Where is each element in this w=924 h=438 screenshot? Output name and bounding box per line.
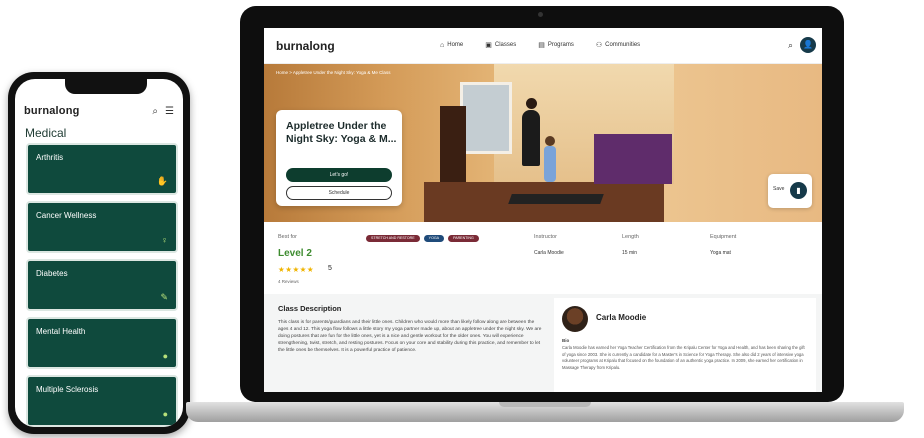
bookmark-icon: ▮ [790, 182, 807, 199]
syringe-icon: ✎ [160, 292, 168, 302]
phone-logo[interactable]: burnalong [24, 105, 80, 117]
phone-screen: burnalong ⌕ ☰ Medical Arthritis ✋ Cancer… [15, 79, 183, 427]
programs-icon: ▤ [538, 42, 545, 49]
hero-photo-mat [508, 194, 604, 204]
nav-programs-label: Programs [547, 42, 574, 48]
ribbon-icon: ♀ [161, 235, 168, 245]
schedule-button[interactable]: Schedule [286, 186, 392, 200]
equipment-label: Equipment [710, 234, 737, 240]
category-card-diabetes[interactable]: Diabetes ✎ [26, 259, 178, 311]
category-card-arthritis[interactable]: Arthritis ✋ [26, 143, 178, 195]
tag-list: STRETCH AND RESTORE YOGA PARENTING [366, 235, 479, 242]
length-label: Length [622, 234, 639, 240]
tag-stretch[interactable]: STRETCH AND RESTORE [366, 235, 420, 242]
length-value: 15 min [622, 250, 638, 256]
hands-icon: ✋ [156, 176, 168, 186]
nav-programs[interactable]: ▤ Programs [538, 41, 574, 49]
hero-photo-adult-head [526, 98, 537, 109]
hero-photo-child [544, 146, 556, 182]
length-meta: Length 15 min [622, 234, 639, 256]
hero-photo-door [440, 106, 466, 184]
user-avatar-button[interactable]: 👤 [800, 37, 816, 53]
search-icon[interactable]: ⌕ [152, 106, 158, 117]
category-card-mental-health[interactable]: Mental Health ● [26, 317, 178, 369]
description-body: This class is for parents/guardians and … [278, 320, 542, 353]
equipment-meta: Equipment Yoga mat [710, 234, 736, 256]
nav-communities[interactable]: ⚇ Communities [596, 41, 640, 49]
save-label: Save [773, 186, 785, 192]
site-logo[interactable]: burnalong [276, 39, 335, 53]
head-icon: ● [162, 351, 168, 361]
tag-yoga[interactable]: YOGA [423, 235, 445, 242]
instructor-card: Carla Moodie Bio Carla Moodie has earned… [554, 298, 816, 392]
people-icon: ⚇ [595, 42, 603, 49]
bio-label: Bio [562, 338, 570, 343]
instructor-avatar[interactable] [562, 306, 588, 332]
home-icon: ⌂ [440, 41, 445, 49]
brain-icon: ● [162, 409, 168, 419]
class-title-card: Appletree Under the Night Sky: Yoga & M.… [276, 110, 402, 206]
top-nav: burnalong ⌂ Home ▣ Classes ▤ Programs ⚇ … [264, 28, 822, 64]
menu-icon[interactable]: ☰ [165, 106, 174, 117]
laptop-screen: burnalong ⌂ Home ▣ Classes ▤ Programs ⚇ … [264, 28, 822, 392]
hero-photo-child-head [545, 136, 555, 146]
category-label: Multiple Sclerosis [36, 385, 99, 394]
instructor-name[interactable]: Carla Moodie [596, 313, 646, 322]
phone-notch [65, 79, 147, 94]
search-icon[interactable]: ⌕ [788, 40, 793, 51]
nav-classes-label: Classes [494, 42, 517, 48]
class-info-row: Best for Level 2 ★★★★★ 5 4 Reviews STRET… [264, 222, 822, 294]
class-title: Appletree Under the Night Sky: Yoga & M.… [286, 120, 397, 145]
instructor-value[interactable]: Carla Moodie [534, 250, 564, 256]
star-rating: ★★★★★ [278, 265, 315, 274]
category-card-cancer-wellness[interactable]: Cancer Wellness ♀ [26, 201, 178, 253]
description-title: Class Description [278, 304, 342, 313]
nav-home[interactable]: ⌂ Home [440, 41, 463, 49]
category-label: Cancer Wellness [36, 211, 97, 220]
rating-value: 5 [328, 265, 332, 272]
hero-photo-shelf [594, 134, 672, 184]
instructor-bio: Carla Moodie has earned her Yoga Teacher… [562, 345, 805, 370]
category-card-multiple-sclerosis[interactable]: Multiple Sclerosis ● [26, 375, 178, 427]
hero-photo-window [460, 82, 512, 154]
phone-device: burnalong ⌕ ☰ Medical Arthritis ✋ Cancer… [8, 72, 190, 434]
category-label: Diabetes [36, 269, 68, 278]
classes-icon: ▣ [485, 42, 492, 49]
save-button[interactable]: Save ▮ [768, 174, 812, 208]
category-label: Mental Health [36, 327, 86, 336]
equipment-value: Yoga mat [710, 250, 731, 256]
laptop-base [186, 402, 904, 422]
laptop-device: burnalong ⌂ Home ▣ Classes ▤ Programs ⚇ … [240, 6, 844, 402]
tag-parenting[interactable]: PARENTING [448, 235, 479, 242]
reviews-link[interactable]: 4 Reviews [278, 279, 299, 284]
category-label: Arthritis [36, 153, 64, 162]
instructor-label: Instructor [534, 234, 557, 240]
breadcrumb[interactable]: Home > Appletree Under the Night Sky: Yo… [276, 70, 390, 75]
laptop-base-notch [499, 402, 591, 407]
phone-section-title: Medical [25, 126, 67, 140]
hero-photo-adult [522, 110, 540, 166]
details-section: Class Description This class is for pare… [264, 294, 822, 392]
instructor-meta: Instructor Carla Moodie [534, 234, 564, 256]
class-hero: Home > Appletree Under the Night Sky: Yo… [264, 64, 822, 222]
nav-classes[interactable]: ▣ Classes [485, 41, 516, 49]
nav-communities-label: Communities [605, 42, 641, 48]
class-description: Class Description This class is for pare… [278, 304, 542, 390]
level-value: Level 2 [278, 248, 312, 259]
nav-home-label: Home [447, 42, 464, 48]
best-for-label: Best for [278, 234, 297, 240]
laptop-camera [538, 12, 543, 17]
lets-go-button[interactable]: Let's go! [286, 168, 392, 182]
phone-category-list: Arthritis ✋ Cancer Wellness ♀ Diabetes ✎… [26, 143, 178, 427]
phone-header: burnalong ⌕ ☰ [24, 103, 174, 119]
